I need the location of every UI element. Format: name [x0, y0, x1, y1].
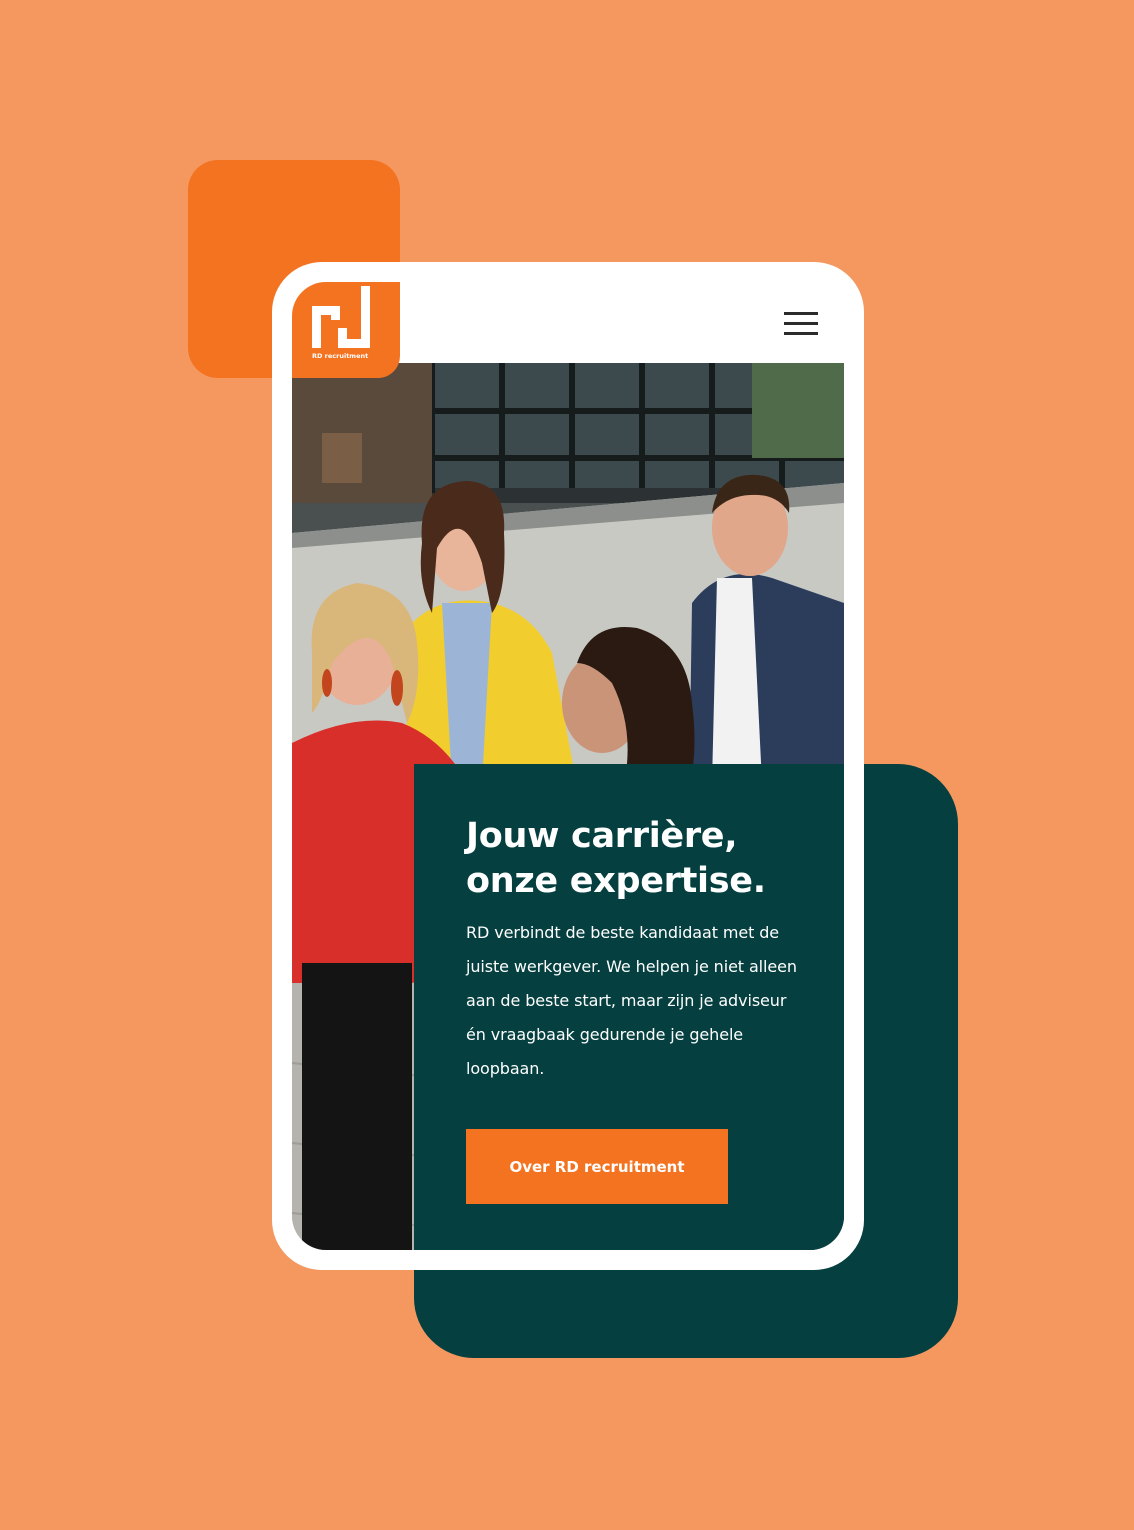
hero-panel: Jouw carrière, onze expertise. RD verbin…: [414, 764, 844, 1250]
about-rd-button[interactable]: Over RD recruitment: [466, 1129, 728, 1204]
hamburger-menu-icon[interactable]: [782, 308, 820, 338]
hero-title: Jouw carrière, onze expertise.: [466, 816, 766, 901]
page: RD recruitment Jouw carrière, onze exper…: [0, 0, 1134, 1530]
logo-text: RD recruitment: [312, 352, 369, 360]
hero-description: RD verbindt de beste kandidaat met de ju…: [466, 923, 797, 1078]
rd-monogram-icon: [312, 286, 370, 348]
phone-mockup: RD recruitment Jouw carrière, onze exper…: [272, 262, 864, 1270]
site-header: RD recruitment: [292, 282, 844, 378]
phone-screen: RD recruitment Jouw carrière, onze exper…: [292, 282, 844, 1250]
logo[interactable]: RD recruitment: [292, 282, 400, 378]
